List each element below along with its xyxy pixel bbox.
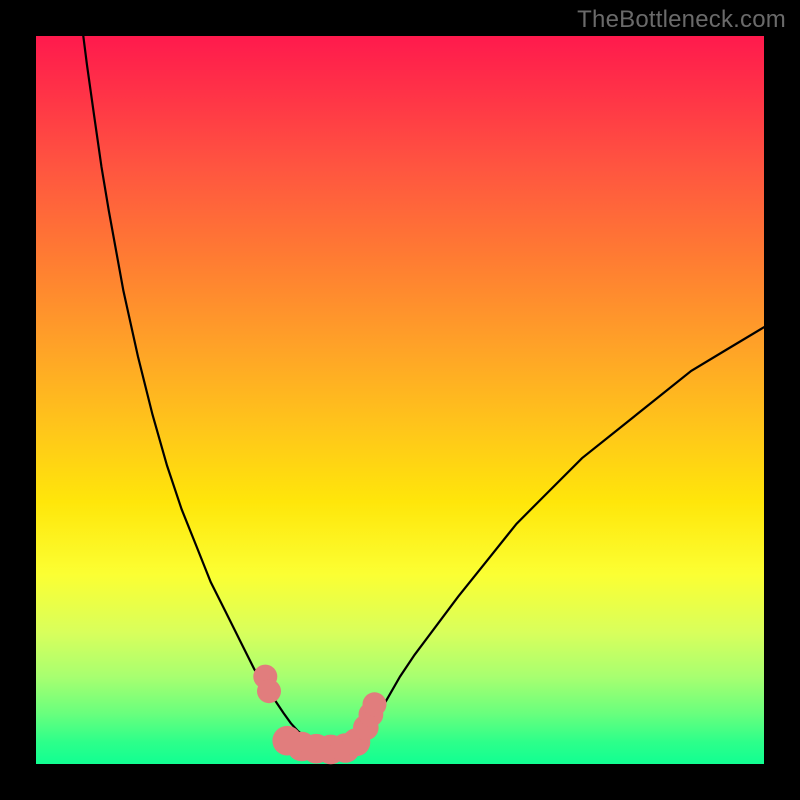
right-curve [342, 327, 764, 749]
left-curve [83, 36, 342, 749]
marker-group [253, 665, 386, 765]
marker-dot [363, 692, 387, 716]
chart-overlay [36, 36, 764, 764]
outer-frame: TheBottleneck.com [0, 0, 800, 800]
marker-dot [257, 679, 281, 703]
watermark-text: TheBottleneck.com [577, 6, 786, 34]
plot-area [36, 36, 764, 764]
